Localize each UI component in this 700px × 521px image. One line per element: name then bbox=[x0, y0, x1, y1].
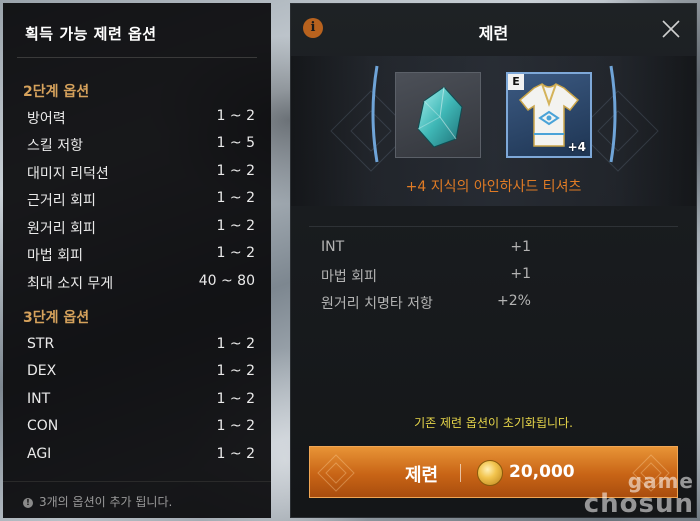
option-range: 1 ~ 2 bbox=[216, 218, 255, 234]
right-bracket-ornament bbox=[609, 65, 617, 163]
stat-row: INT +1 bbox=[321, 239, 531, 257]
divider bbox=[17, 57, 257, 58]
refine-cost: 20,000 bbox=[509, 462, 575, 482]
dialog-title: 제련 bbox=[478, 24, 509, 43]
refine-dialog: i 제련 E +4 +4 지식의 아인하사드 티셔츠 INT +1 마법 회피 … bbox=[290, 3, 697, 518]
watermark-logo: game chosun bbox=[584, 471, 694, 517]
material-slot[interactable] bbox=[395, 72, 481, 158]
close-icon[interactable] bbox=[660, 18, 682, 40]
stat-name: 원거리 치명타 저항 bbox=[321, 296, 433, 312]
option-name: 마법 회피 bbox=[27, 248, 83, 264]
watermark-line2: chosun bbox=[583, 489, 694, 519]
grade-badge: E bbox=[508, 74, 524, 90]
footer-note-text: 3개의 옵션이 추가 됩니다. bbox=[39, 495, 173, 509]
stat-value: +2% bbox=[497, 293, 531, 309]
alert-icon: ! bbox=[23, 497, 33, 508]
option-row: 근거리 회피 1 ~ 2 bbox=[27, 190, 255, 210]
option-range: 1 ~ 2 bbox=[216, 363, 255, 379]
equipment-slot[interactable]: E +4 bbox=[506, 72, 592, 158]
item-name: +4 지식의 아인하사드 티셔츠 bbox=[405, 179, 582, 195]
option-range: 1 ~ 5 bbox=[216, 135, 255, 151]
stat-row: 원거리 치명타 저항 +2% bbox=[321, 293, 531, 312]
option-name: 근거리 회피 bbox=[27, 193, 96, 209]
option-name: 방어력 bbox=[27, 111, 66, 127]
stat-value: +1 bbox=[510, 239, 531, 255]
option-name: CON bbox=[27, 418, 59, 434]
option-range: 1 ~ 2 bbox=[216, 163, 255, 179]
available-options-panel: 획득 가능 제련 옵션 2단계 옵션 방어력 1 ~ 2 스킬 저항 1 ~ 5… bbox=[3, 3, 271, 518]
option-row: STR 1 ~ 2 bbox=[27, 336, 255, 356]
refine-button-label: 제련 bbox=[405, 465, 439, 486]
option-row: 최대 소지 무게 40 ~ 80 bbox=[27, 273, 255, 293]
option-row: 원거리 회피 1 ~ 2 bbox=[27, 218, 255, 238]
reset-warning: 기존 제련 옵션이 초기화됩니다. bbox=[414, 416, 573, 430]
button-ornament bbox=[317, 454, 355, 492]
option-range: 1 ~ 2 bbox=[216, 245, 255, 261]
option-row: 마법 회피 1 ~ 2 bbox=[27, 245, 255, 265]
option-row: 스킬 저항 1 ~ 5 bbox=[27, 135, 255, 155]
option-range: 1 ~ 2 bbox=[216, 391, 255, 407]
current-stats-list: INT +1 마법 회피 +1 원거리 치명타 저항 +2% bbox=[309, 226, 678, 376]
option-row: INT 1 ~ 2 bbox=[27, 391, 255, 411]
option-row: DEX 1 ~ 2 bbox=[27, 363, 255, 383]
option-row: 방어력 1 ~ 2 bbox=[27, 108, 255, 128]
option-range: 1 ~ 2 bbox=[216, 336, 255, 352]
option-name: INT bbox=[27, 391, 51, 407]
gold-coin-icon bbox=[477, 460, 503, 486]
option-range: 1 ~ 2 bbox=[216, 446, 255, 462]
option-name: DEX bbox=[27, 363, 57, 379]
section-title-stage2: 2단계 옵션 bbox=[23, 84, 90, 100]
option-row: 대미지 리덕션 1 ~ 2 bbox=[27, 163, 255, 183]
option-name: STR bbox=[27, 336, 55, 352]
stat-name: 마법 회피 bbox=[321, 269, 377, 285]
separator bbox=[460, 464, 461, 482]
gem-icon bbox=[417, 86, 463, 148]
option-name: 스킬 저항 bbox=[27, 138, 83, 154]
option-name: 최대 소지 무게 bbox=[27, 276, 114, 292]
option-name: 원거리 회피 bbox=[27, 221, 96, 237]
option-row: AGI 1 ~ 2 bbox=[27, 446, 255, 466]
stat-value: +1 bbox=[510, 266, 531, 282]
stat-row: 마법 회피 +1 bbox=[321, 266, 531, 285]
enchant-level-badge: +4 bbox=[567, 140, 586, 154]
option-range: 1 ~ 2 bbox=[216, 108, 255, 124]
option-range: 1 ~ 2 bbox=[216, 418, 255, 434]
section-title-stage3: 3단계 옵션 bbox=[23, 310, 90, 326]
watermark-line1: game bbox=[627, 469, 694, 493]
left-bracket-ornament bbox=[371, 65, 379, 163]
stat-name: INT bbox=[321, 239, 345, 255]
panel-title: 획득 가능 제련 옵션 bbox=[25, 25, 157, 43]
option-name: 대미지 리덕션 bbox=[27, 166, 109, 182]
option-row: CON 1 ~ 2 bbox=[27, 418, 255, 438]
option-range: 40 ~ 80 bbox=[198, 273, 255, 289]
option-range: 1 ~ 2 bbox=[216, 190, 255, 206]
footer-note: ! 3개의 옵션이 추가 됩니다. bbox=[23, 493, 172, 510]
divider bbox=[3, 481, 271, 482]
option-name: AGI bbox=[27, 446, 52, 462]
